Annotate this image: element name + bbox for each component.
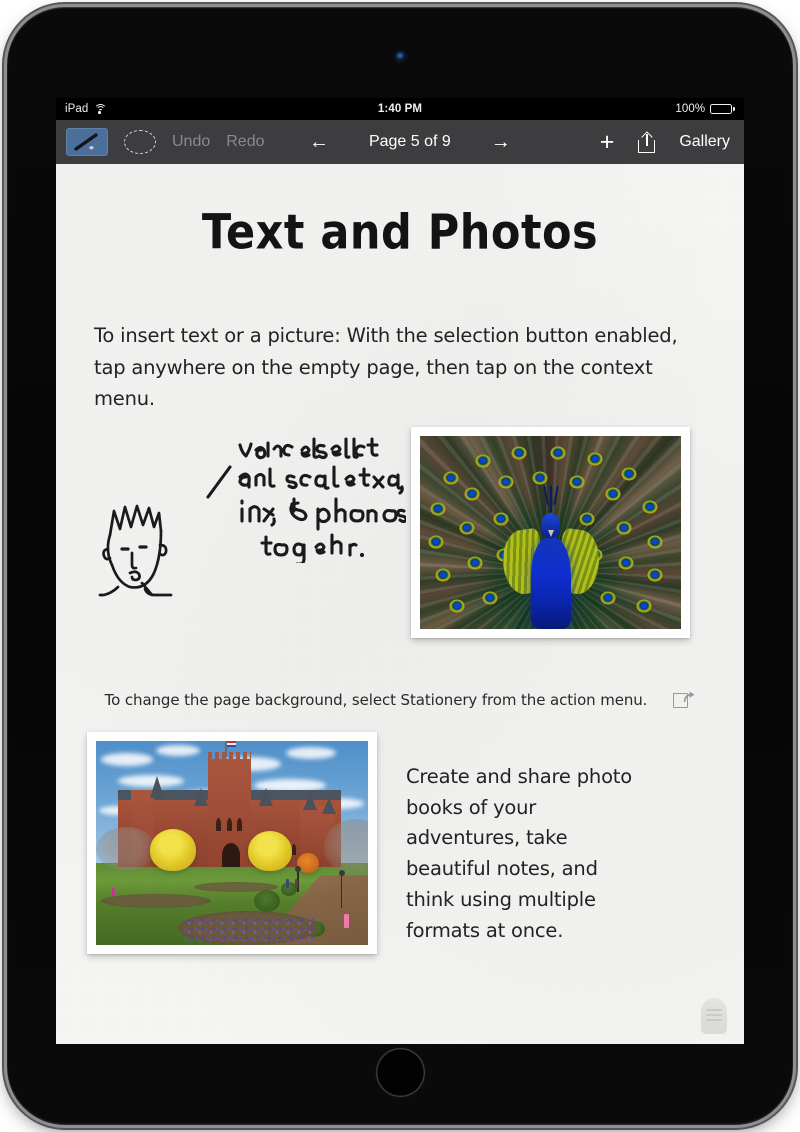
castle-tower-right-a [300, 801, 320, 860]
pen-tool-button[interactable] [66, 128, 108, 156]
bottom-content-row: Create and share photo books of your adv… [56, 731, 744, 982]
person-b [294, 878, 298, 888]
castle-entrance-arch [222, 843, 241, 868]
peacock-body [530, 538, 571, 629]
undo-button[interactable]: Undo [172, 133, 210, 151]
person-a [286, 878, 290, 888]
redo-button[interactable]: Redo [226, 133, 264, 151]
yellow-tree-right [248, 831, 293, 872]
gallery-button[interactable]: Gallery [679, 133, 730, 151]
pen-icon [74, 133, 98, 151]
status-bar: iPad 1:40 PM 100% [56, 98, 744, 120]
page-title: Text and Photos [201, 205, 599, 261]
page-curl-handle[interactable] [701, 998, 727, 1034]
battery-full-icon [710, 103, 735, 115]
front-camera-icon [395, 52, 405, 61]
wifi-icon [93, 104, 107, 114]
flag [225, 740, 240, 758]
battery-percent-label: 100% [675, 103, 706, 115]
previous-page-button[interactable]: ← [309, 132, 329, 152]
lamp-post-right [339, 870, 344, 909]
toolbar-left-group: Undo Redo [56, 128, 265, 156]
toolbar-center-group: ← Page 5 of 9 → [309, 132, 511, 152]
spire-right-b [321, 798, 336, 815]
home-button[interactable] [375, 1048, 425, 1097]
window-b [226, 817, 232, 831]
ipad-device: iPad 1:40 PM 100% Undo Redo ← Page 5 of … [7, 7, 793, 1125]
share-icon[interactable] [638, 130, 656, 153]
peacock-photo-image [420, 435, 681, 629]
window-g [291, 843, 296, 855]
lasso-select-button[interactable] [124, 130, 156, 154]
spire-mid-right [259, 788, 274, 807]
share-action-icon[interactable] [673, 691, 695, 710]
page-indicator: Page 5 of 9 [368, 133, 451, 150]
shrub-a [253, 890, 280, 913]
peacock-crest [549, 485, 552, 512]
handwritten-ink-note[interactable] [206, 433, 406, 563]
person-c [112, 887, 116, 896]
flower-bed-mid [193, 881, 278, 892]
peacock-beak [547, 529, 554, 537]
add-page-button[interactable]: + [600, 129, 615, 155]
status-bar-time: 1:40 PM [377, 103, 423, 115]
face-doodle[interactable] [98, 497, 206, 609]
yellow-tree-left [150, 829, 197, 872]
screen: iPad 1:40 PM 100% Undo Redo ← Page 5 of … [56, 98, 744, 1044]
status-bar-right: 100% [675, 103, 735, 115]
stationery-caption-row: To change the page background, select St… [56, 691, 744, 710]
face-doodle-strokes [98, 504, 173, 597]
castle-photo[interactable] [87, 731, 377, 954]
status-bar-left: iPad [65, 103, 107, 115]
bare-tree-left [96, 827, 156, 872]
note-page[interactable]: Text and Photos To insert text or a pict… [56, 164, 744, 1044]
spire-right-a [302, 794, 317, 811]
ink-strokes [206, 437, 406, 563]
window-a [215, 817, 221, 831]
flowers-front [183, 916, 314, 941]
spire-left [150, 775, 165, 798]
person-d [343, 914, 349, 929]
peacock-photo[interactable] [411, 426, 690, 638]
spire-mid-left [193, 788, 208, 807]
next-page-button[interactable]: → [491, 132, 511, 152]
toolbar-right-group: + Gallery [600, 129, 744, 155]
flower-bed-left [101, 894, 212, 909]
castle-photo-image [96, 740, 368, 945]
intro-paragraph: To insert text or a picture: With the se… [94, 324, 678, 411]
curved-arrow-icon [684, 691, 695, 702]
app-toolbar: Undo Redo ← Page 5 of 9 → + Gallery [56, 120, 744, 165]
stationery-caption: To change the page background, select St… [104, 691, 648, 710]
carrier-label: iPad [65, 103, 89, 115]
middle-content-row [56, 426, 744, 677]
outro-paragraph: Create and share photo books of your adv… [406, 764, 632, 942]
